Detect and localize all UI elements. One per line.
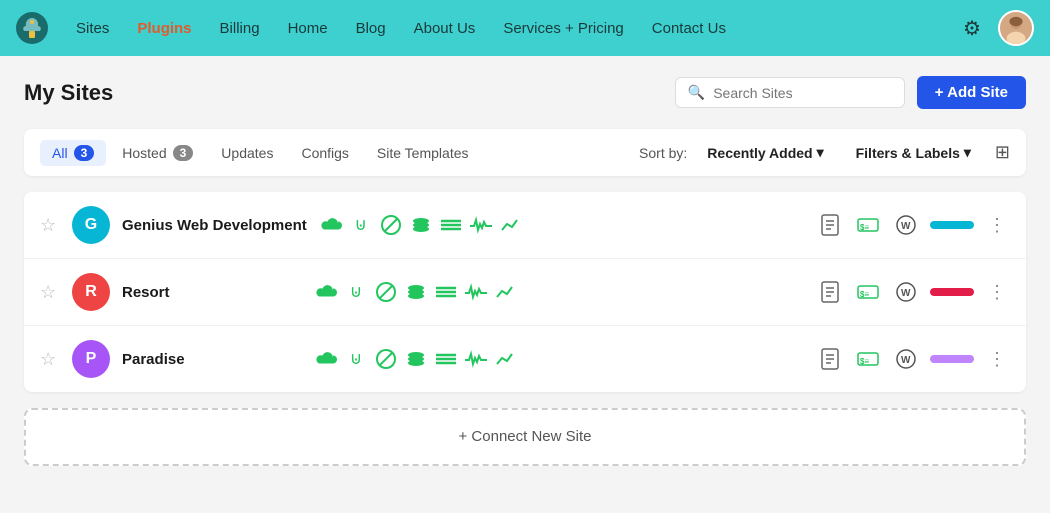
site-name[interactable]: Paradise [122, 351, 302, 368]
cloud-icon [314, 347, 338, 371]
site-name[interactable]: Genius Web Development [122, 217, 307, 234]
security-icon [374, 280, 398, 304]
tab-site-templates[interactable]: Site Templates [365, 140, 481, 166]
site-actions: $≡ W ⋮ [816, 211, 1010, 240]
billing-icon[interactable]: $≡ [854, 211, 882, 239]
more-options-icon[interactable]: ⋮ [984, 211, 1010, 240]
nav-home[interactable]: Home [276, 14, 340, 43]
tab-updates[interactable]: Updates [209, 140, 285, 166]
chevron-down-icon: ▾ [817, 144, 824, 161]
search-input[interactable] [713, 85, 892, 101]
site-actions: $≡ W ⋮ [816, 345, 1010, 374]
chevron-down-icon: ▾ [964, 144, 971, 161]
analytics-icon [494, 347, 518, 371]
table-row: ☆ R Resort ⊍ [24, 259, 1026, 326]
site-plugin-icons: ⊍ [319, 213, 804, 237]
nav-billing[interactable]: Billing [208, 14, 272, 43]
tab-all[interactable]: All 3 [40, 140, 106, 166]
nav-blog[interactable]: Blog [344, 14, 398, 43]
sort-dropdown[interactable]: Recently Added ▾ [697, 139, 833, 166]
star-icon[interactable]: ☆ [40, 282, 60, 303]
uptime-icon: ⊍ [344, 280, 368, 304]
uptime-icon: ⊍ [349, 213, 373, 237]
security-icon [374, 347, 398, 371]
cloud-icon [314, 280, 338, 304]
more-options-icon[interactable]: ⋮ [984, 278, 1010, 307]
site-plugin-icons: ⊍ [314, 347, 804, 371]
uptime-icon: ⊍ [344, 347, 368, 371]
analytics-icon [499, 213, 523, 237]
more-options-icon[interactable]: ⋮ [984, 345, 1010, 374]
table-row: ☆ P Paradise ⊍ [24, 326, 1026, 392]
tab-hosted[interactable]: Hosted 3 [110, 140, 205, 166]
search-icon: 🔍 [688, 84, 705, 101]
header-row: My Sites 🔍 + Add Site [24, 76, 1026, 109]
svg-text:$≡: $≡ [860, 357, 869, 366]
site-avatar: R [72, 273, 110, 311]
navbar: Sites Plugins Billing Home Blog About Us… [0, 0, 1050, 56]
nav-sites[interactable]: Sites [64, 14, 121, 43]
notes-icon[interactable] [816, 345, 844, 373]
security-icon [379, 213, 403, 237]
sort-label: Sort by: [639, 145, 687, 161]
gear-icon[interactable]: ⚙ [956, 12, 988, 44]
table-row: ☆ G Genius Web Development ⊍ [24, 192, 1026, 259]
wordpress-icon[interactable]: W [892, 345, 920, 373]
sync-icon [434, 280, 458, 304]
logo[interactable] [16, 12, 48, 44]
navbar-right: ⚙ [956, 10, 1034, 46]
performance-icon [464, 280, 488, 304]
site-actions: $≡ W ⋮ [816, 278, 1010, 307]
cloud-icon [319, 213, 343, 237]
performance-icon [469, 213, 493, 237]
site-name[interactable]: Resort [122, 284, 302, 301]
wordpress-icon[interactable]: W [892, 278, 920, 306]
svg-text:W: W [901, 355, 911, 366]
site-avatar: G [72, 206, 110, 244]
connect-text: + Connect New Site [459, 428, 592, 445]
sites-table: ☆ G Genius Web Development ⊍ [24, 192, 1026, 392]
main-content: My Sites 🔍 + Add Site All 3 Hosted 3 Upd… [0, 56, 1050, 513]
tab-configs[interactable]: Configs [289, 140, 360, 166]
site-plugin-icons: ⊍ [314, 280, 804, 304]
color-label-bar[interactable] [930, 355, 974, 363]
page-title: My Sites [24, 80, 675, 106]
nav-about[interactable]: About Us [402, 14, 488, 43]
backup-icon [404, 347, 428, 371]
nav-plugins[interactable]: Plugins [125, 14, 203, 43]
site-avatar: P [72, 340, 110, 378]
color-label-bar[interactable] [930, 288, 974, 296]
billing-icon[interactable]: $≡ [854, 345, 882, 373]
grid-view-icon[interactable]: ⊞ [995, 142, 1010, 163]
search-bar[interactable]: 🔍 [675, 77, 905, 108]
star-icon[interactable]: ☆ [40, 349, 60, 370]
nav-contact[interactable]: Contact Us [640, 14, 738, 43]
svg-text:$≡: $≡ [860, 223, 869, 232]
svg-text:W: W [901, 221, 911, 232]
filters-button[interactable]: Filters & Labels ▾ [846, 139, 981, 166]
svg-text:$≡: $≡ [860, 290, 869, 299]
avatar[interactable] [998, 10, 1034, 46]
notes-icon[interactable] [816, 278, 844, 306]
wordpress-icon[interactable]: W [892, 211, 920, 239]
performance-icon [464, 347, 488, 371]
add-site-button[interactable]: + Add Site [917, 76, 1026, 109]
color-label-bar[interactable] [930, 221, 974, 229]
filter-tabs: All 3 Hosted 3 Updates Configs Site Temp… [24, 129, 1026, 176]
svg-text:W: W [901, 288, 911, 299]
billing-icon[interactable]: $≡ [854, 278, 882, 306]
star-icon[interactable]: ☆ [40, 215, 60, 236]
nav-links: Sites Plugins Billing Home Blog About Us… [64, 14, 952, 43]
connect-new-site-button[interactable]: + Connect New Site [24, 408, 1026, 466]
analytics-icon [494, 280, 518, 304]
backup-icon [409, 213, 433, 237]
nav-services[interactable]: Services + Pricing [491, 14, 635, 43]
notes-icon[interactable] [816, 211, 844, 239]
sync-icon [434, 347, 458, 371]
backup-icon [404, 280, 428, 304]
sync-icon [439, 213, 463, 237]
